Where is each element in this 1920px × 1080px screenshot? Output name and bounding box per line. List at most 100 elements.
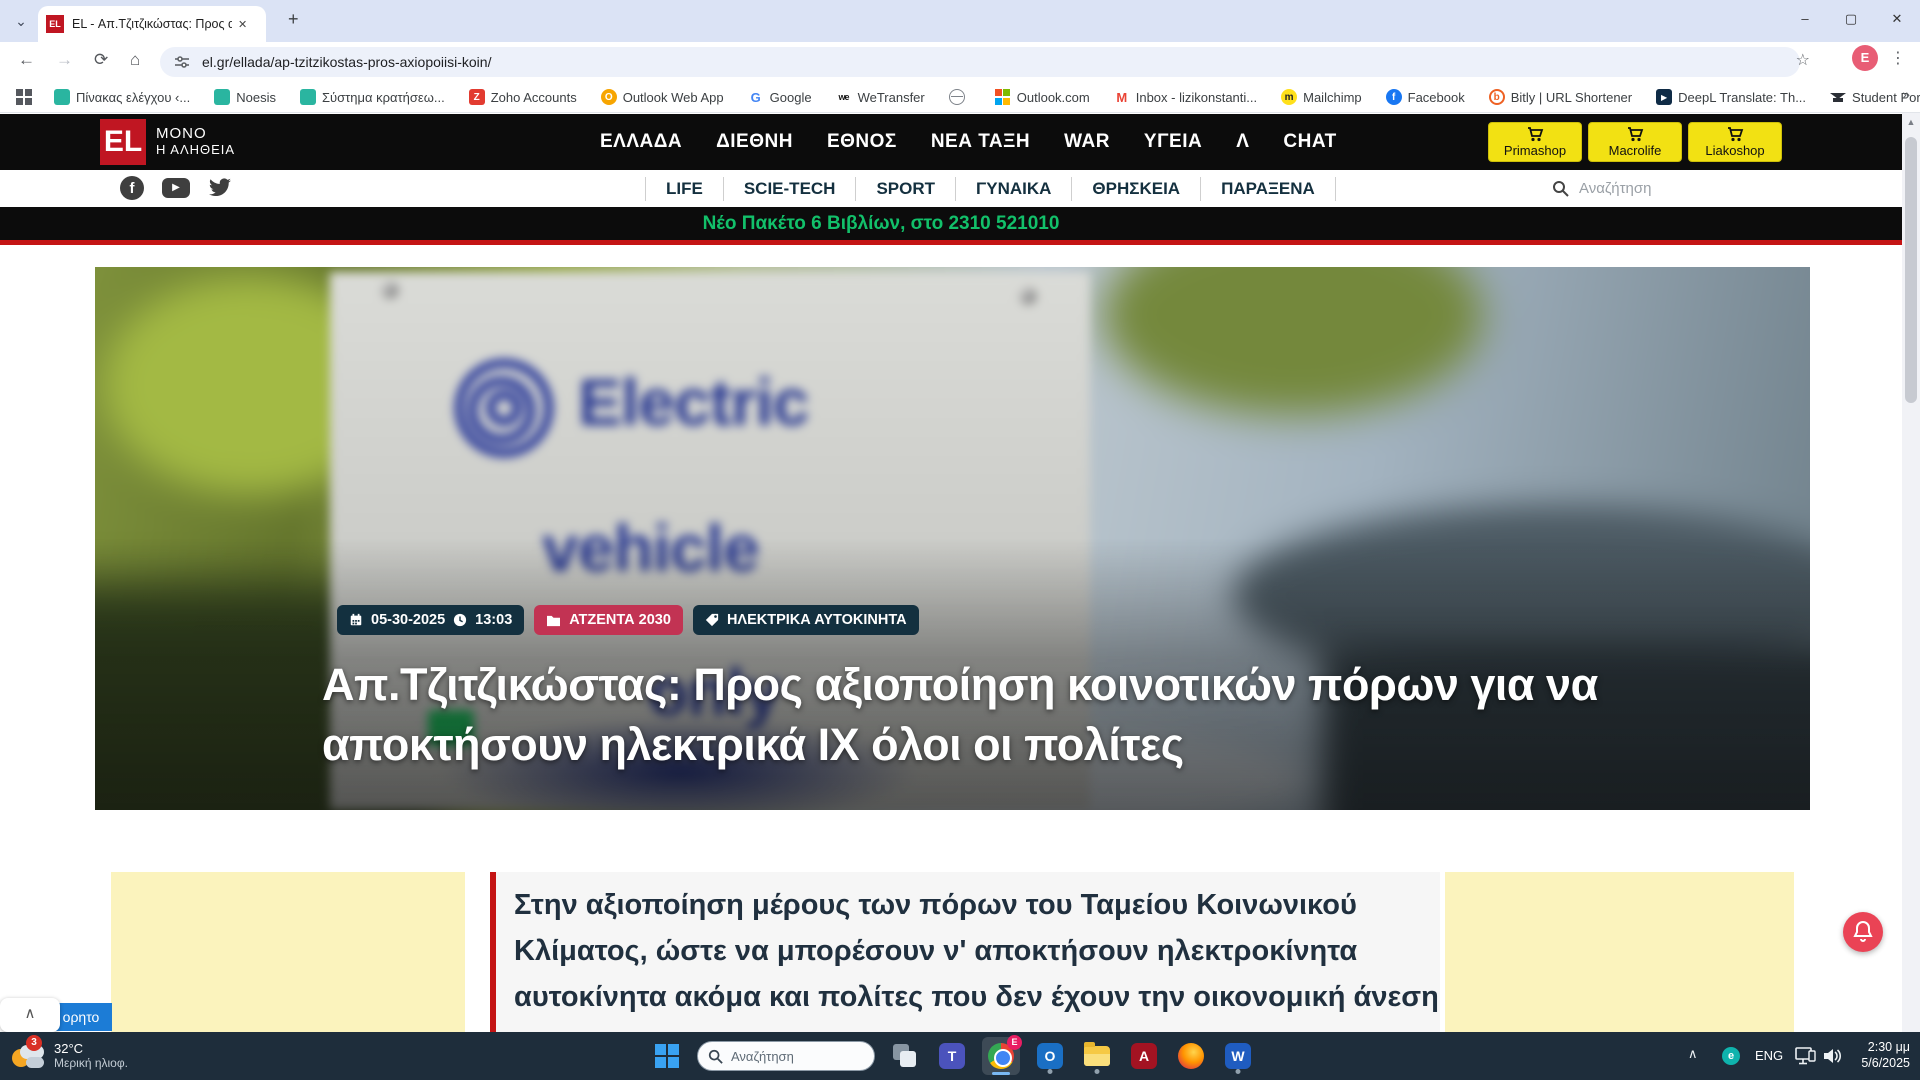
nav-scie-tech[interactable]: SCIE-TECH	[724, 177, 857, 201]
bookmark-item[interactable]: fFacebook	[1386, 89, 1465, 105]
nav-nea-taxi[interactable]: ΝΕΑ ΤΑΞΗ	[931, 131, 1030, 153]
youtube-social-icon[interactable]: ▶	[162, 178, 190, 198]
nav-ellada[interactable]: ΕΛΛΑΔΑ	[600, 131, 682, 153]
nav-ethnos[interactable]: ΕΘΝΟΣ	[827, 131, 897, 153]
bookmark-star-icon[interactable]: ☆	[1796, 50, 1810, 70]
back-to-top-button[interactable]: ∧	[0, 998, 60, 1032]
language-indicator[interactable]: ENG	[1755, 1048, 1783, 1063]
nav-sport[interactable]: SPORT	[856, 177, 956, 201]
nav-gynaika[interactable]: ΓΥΝΑΙΚΑ	[956, 177, 1072, 201]
site-search-input[interactable]	[1579, 180, 1819, 197]
clock[interactable]: 2:30 μμ 5/6/2025	[1848, 1039, 1910, 1071]
ad-placeholder-left	[111, 872, 465, 1032]
bookmark-item[interactable]: ▶DeepL Translate: Th...	[1656, 89, 1806, 105]
eset-tray-icon[interactable]: e	[1722, 1047, 1740, 1065]
bookmark-item[interactable]: weWeTransfer	[836, 89, 925, 105]
taskbar-acrobat-icon[interactable]: A	[1127, 1036, 1161, 1076]
apps-grid-icon[interactable]	[16, 89, 32, 105]
nav-chat[interactable]: CHAT	[1283, 131, 1336, 153]
profile-avatar[interactable]: E	[1852, 45, 1878, 71]
primary-nav: ΕΛΛΑΔΑ ΔΙΕΘΝΗ ΕΘΝΟΣ ΝΕΑ ΤΑΞΗ WAR ΥΓΕΙΑ Λ…	[600, 114, 1337, 170]
bookmark-item[interactable]	[949, 89, 971, 105]
student-portal-icon	[1830, 89, 1846, 105]
menu-kebab-icon[interactable]: ⋮	[1890, 48, 1906, 68]
weather-text: 32°C Μερική ηλιοφ.	[54, 1041, 128, 1070]
teams-icon: T	[939, 1043, 965, 1069]
forward-icon[interactable]: →	[56, 50, 73, 70]
tab-favicon: EL	[46, 15, 64, 33]
bookmark-item[interactable]: Outlook.com	[995, 89, 1090, 105]
taskbar-file-explorer-icon[interactable]	[1080, 1036, 1114, 1076]
tag-badge[interactable]: ΗΛΕΚΤΡΙΚΑ ΑΥΤΟΚΙΝΗΤΑ	[693, 605, 919, 635]
bookmark-item[interactable]: mMailchimp	[1281, 89, 1362, 105]
macrolife-button[interactable]: Macrolife	[1588, 122, 1682, 162]
window-minimize-button[interactable]: –	[1782, 0, 1828, 42]
facebook-social-icon[interactable]: f	[120, 176, 144, 200]
outlook-com-icon	[995, 89, 1011, 105]
bookmark-item[interactable]: Πίνακας ελέγχου ‹...	[54, 89, 190, 105]
scrollbar[interactable]: ▲	[1902, 113, 1920, 1032]
reload-icon[interactable]: ⟳	[94, 50, 108, 70]
taskbar-outlook-icon[interactable]: O	[1033, 1036, 1067, 1076]
start-button[interactable]	[650, 1036, 684, 1076]
task-view-button[interactable]	[888, 1036, 922, 1076]
taskbar-chrome-icon[interactable]: E	[982, 1037, 1020, 1075]
twitter-social-icon[interactable]	[208, 176, 232, 200]
nav-diethni[interactable]: ΔΙΕΘΝΗ	[716, 131, 793, 153]
globe-icon	[949, 89, 965, 105]
bookmark-item[interactable]: OOutlook Web App	[601, 89, 724, 105]
window-close-button[interactable]: ✕	[1874, 0, 1920, 42]
tray-chevron-up-icon[interactable]: ∧	[1688, 1046, 1698, 1062]
bookmarks-overflow-icon[interactable]: »	[1902, 86, 1910, 102]
active-app-indicator	[992, 1072, 1010, 1075]
bookmark-item[interactable]: Σύστημα κρατήσεω...	[300, 89, 445, 105]
scrollbar-thumb[interactable]	[1905, 137, 1917, 403]
bookmark-label: DeepL Translate: Th...	[1678, 90, 1806, 105]
bell-icon	[1853, 921, 1873, 943]
taskbar-word-icon[interactable]: W	[1221, 1036, 1255, 1076]
nav-ygeia[interactable]: ΥΓΕΙΑ	[1144, 131, 1202, 153]
taskbar-weather-widget[interactable]: 3 32°C Μερική ηλιοφ.	[10, 1037, 128, 1073]
taskbar-firefox-icon[interactable]	[1174, 1036, 1208, 1076]
browser-tab[interactable]: EL EL - Απ.Τζιτζικώστας: Προς αξι ✕	[38, 6, 266, 42]
notification-bell-button[interactable]	[1843, 912, 1883, 952]
volume-icon[interactable]	[1822, 1047, 1842, 1065]
scroll-up-arrow-icon[interactable]: ▲	[1902, 113, 1920, 131]
task-view-icon	[893, 1044, 917, 1068]
bookmark-item[interactable]: GGoogle	[748, 89, 812, 105]
announcement-bar[interactable]: Νέο Πακέτο 6 Βιβλίων, στο 2310 521010	[0, 207, 1902, 240]
taskbar-center: Αναζήτηση T E O A W	[650, 1032, 1255, 1080]
site-info-icon[interactable]	[174, 54, 190, 70]
nav-paraxena[interactable]: ΠΑΡΑΞΕΝΑ	[1201, 177, 1336, 201]
tab-list-chevron-icon[interactable]: ⌄	[8, 9, 34, 35]
bookmark-label: WeTransfer	[858, 90, 925, 105]
nav-thriskeia[interactable]: ΘΡΗΣΚΕΙΑ	[1072, 177, 1201, 201]
bookmark-item[interactable]: ZZoho Accounts	[469, 89, 577, 105]
liakoshop-button[interactable]: Liakoshop	[1688, 122, 1782, 162]
site-logo[interactable]: EL ΜΟΝΟ Η ΑΛΗΘΕΙΑ	[100, 119, 235, 165]
bitly-icon: b	[1489, 89, 1505, 105]
browser-tab-strip: ⌄ EL EL - Απ.Τζιτζικώστας: Προς αξι ✕ + …	[0, 0, 1920, 42]
tab-close-icon[interactable]: ✕	[238, 18, 247, 31]
back-icon[interactable]: ←	[18, 50, 35, 70]
primashop-button[interactable]: Primashop	[1488, 122, 1582, 162]
site-search[interactable]	[1552, 175, 1842, 201]
network-icon[interactable]	[1795, 1047, 1817, 1065]
url-text[interactable]: el.gr/ellada/ap-tzitzikostas-pros-axiopo…	[202, 54, 491, 70]
address-bar[interactable]: el.gr/ellada/ap-tzitzikostas-pros-axiopo…	[160, 47, 1800, 77]
nav-war[interactable]: WAR	[1064, 131, 1110, 153]
category-badge[interactable]: ΑΤΖΕΝΤΑ 2030	[534, 605, 683, 635]
new-tab-button[interactable]: +	[288, 9, 299, 30]
nav-life[interactable]: LIFE	[645, 177, 724, 201]
taskbar-teams-icon[interactable]: T	[935, 1036, 969, 1076]
nav-lambda[interactable]: Λ	[1236, 131, 1249, 153]
article-meta: 05-30-2025 13:03 ΑΤΖΕΝΤΑ 2030 ΗΛΕΚΤΡΙΚΑ …	[337, 605, 919, 635]
taskbar-search[interactable]: Αναζήτηση	[697, 1041, 875, 1071]
search-icon	[1552, 180, 1569, 197]
home-icon[interactable]: ⌂	[130, 50, 140, 70]
bookmark-item[interactable]: Noesis	[214, 89, 276, 105]
bookmark-item[interactable]: MInbox - lizikonstanti...	[1114, 89, 1257, 105]
window-maximize-button[interactable]: ▢	[1828, 0, 1874, 42]
bookmark-item[interactable]: bBitly | URL Shortener	[1489, 89, 1632, 105]
screen: ⌄ EL EL - Απ.Τζιτζικώστας: Προς αξι ✕ + …	[0, 0, 1920, 1080]
